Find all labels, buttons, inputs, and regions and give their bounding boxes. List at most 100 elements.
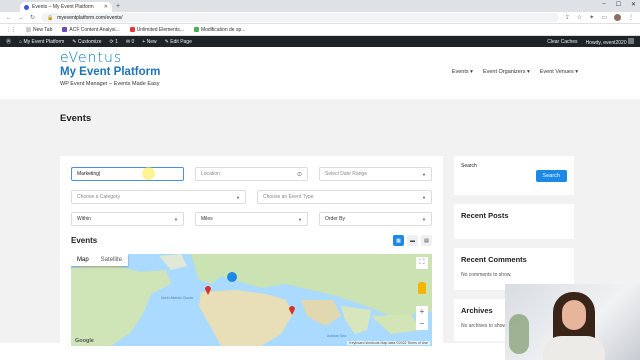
fullscreen-icon[interactable]: ⛶ bbox=[416, 257, 428, 269]
maximize-icon[interactable]: ☐ bbox=[616, 1, 621, 8]
chevron-down-icon: ▼ bbox=[174, 216, 178, 222]
wordpress-favicon-icon bbox=[24, 4, 29, 10]
keyword-input[interactable]: Marketing | bbox=[71, 167, 184, 181]
site-tagline: WP Event Manager – Events Made Easy bbox=[60, 81, 160, 87]
map-type-satellite[interactable]: Satellite bbox=[95, 254, 128, 266]
calendar-view-icon[interactable]: ▤ bbox=[421, 235, 432, 246]
page-title: Events bbox=[60, 113, 92, 124]
map-pin-icon[interactable] bbox=[205, 286, 211, 295]
nav-item-events[interactable]: Events ▾ bbox=[452, 69, 473, 75]
map-pin-icon[interactable] bbox=[289, 306, 295, 315]
locate-me-icon[interactable]: ⊙ bbox=[297, 171, 302, 178]
bookmark-new-tab[interactable]: New Tab bbox=[26, 27, 52, 33]
bookmark-label: Modification de sp... bbox=[200, 26, 246, 33]
order-by-select[interactable]: Order By ▼ bbox=[319, 212, 432, 226]
category-label: Choose a Category bbox=[77, 194, 121, 200]
forward-icon[interactable]: → bbox=[18, 15, 24, 21]
map-type-control: Map Satellite bbox=[71, 254, 129, 266]
menu-kebab-icon[interactable]: ⋮ bbox=[628, 14, 634, 21]
bookmark-star-icon[interactable]: ☆ bbox=[577, 14, 582, 21]
nav-item-venues[interactable]: Event Venues ▾ bbox=[540, 69, 578, 75]
site-logo[interactable]: eVentus bbox=[60, 50, 122, 66]
google-logo[interactable]: Google bbox=[75, 338, 94, 344]
url-text: myeventplatform.com/events/ bbox=[57, 14, 123, 21]
extensions-icon[interactable]: ✦ bbox=[589, 14, 594, 21]
no-comments-text: No comments to show. bbox=[461, 272, 512, 278]
avatar bbox=[628, 37, 634, 44]
category-select[interactable]: Choose a Category ▼ bbox=[71, 190, 246, 204]
filter-row-1: Marketing | Location ⊙ Select Date Range … bbox=[71, 167, 432, 181]
bookmark-acf[interactable]: ACF Content Analysi... bbox=[62, 26, 120, 33]
admin-edit-page[interactable]: ✎ Edit Page bbox=[165, 39, 192, 45]
bookmark-icon bbox=[26, 27, 31, 32]
close-window-icon[interactable]: ✕ bbox=[631, 1, 636, 8]
bookmark-unlimited[interactable]: Unlimited Elements... bbox=[129, 27, 184, 33]
map-view-icon[interactable]: ▦ bbox=[393, 235, 404, 246]
nav-item-organizers[interactable]: Event Organizers ▾ bbox=[483, 69, 530, 75]
admin-updates[interactable]: ⟳ 1 bbox=[110, 39, 118, 45]
new-tab-icon[interactable]: + bbox=[116, 2, 120, 12]
cursor-highlight bbox=[142, 167, 155, 180]
pegman-icon[interactable] bbox=[418, 282, 426, 294]
filter-row-2: Choose a Category ▼ Choose an Event Type… bbox=[71, 190, 432, 204]
view-toggle: ▦ ▬ ▤ bbox=[393, 235, 432, 246]
back-icon[interactable]: ← bbox=[6, 15, 12, 21]
site-header: eVentus My Event Platform WP Event Manag… bbox=[0, 47, 640, 99]
presenter-face bbox=[562, 300, 586, 330]
sidepanel-icon[interactable]: ▭ bbox=[601, 14, 607, 21]
window-controls: – ☐ ✕ bbox=[602, 1, 636, 8]
presenter-body bbox=[543, 336, 605, 360]
recent-posts-widget: Recent Posts bbox=[454, 204, 574, 239]
map-land bbox=[71, 254, 432, 346]
map-attribution[interactable]: Keyboard shortcuts Map data ©2022 Terms … bbox=[347, 341, 430, 345]
miles-label: Miles bbox=[201, 216, 213, 222]
tab-title: Events – My Event Platform bbox=[32, 4, 94, 10]
search-widget-title: Search bbox=[461, 163, 477, 169]
bookmark-icon bbox=[193, 27, 199, 32]
page-title-band: Events bbox=[0, 99, 640, 136]
admin-comments[interactable]: ✉ 0 bbox=[126, 39, 134, 45]
site-title[interactable]: My Event Platform bbox=[60, 66, 160, 78]
minimize-icon[interactable]: – bbox=[602, 1, 605, 8]
zoom-out-icon[interactable]: − bbox=[420, 318, 425, 330]
wordpress-logo-icon[interactable]: Ⓦ bbox=[6, 38, 11, 45]
search-button[interactable]: Search bbox=[535, 170, 567, 182]
admin-clear-caches[interactable]: Clear Caches bbox=[547, 39, 577, 45]
admin-site-name[interactable]: ⌂ My Event Platform bbox=[19, 39, 64, 45]
event-type-select[interactable]: Choose an Event Type ▼ bbox=[257, 190, 432, 204]
chevron-down-icon: ▼ bbox=[422, 171, 426, 177]
url-bar[interactable]: 🔒 myeventplatform.com/events/ bbox=[41, 13, 559, 22]
browser-tab[interactable]: Events – My Event Platform ✕ bbox=[20, 2, 112, 12]
location-placeholder: Location bbox=[201, 171, 220, 177]
recent-posts-title: Recent Posts bbox=[461, 211, 509, 220]
cluster-marker-icon[interactable] bbox=[227, 272, 237, 282]
ocean-label: North Atlantic Ocean bbox=[161, 296, 194, 300]
bookmark-modification[interactable]: Modification de sp... bbox=[193, 26, 246, 33]
map-type-map[interactable]: Map bbox=[71, 254, 95, 266]
share-icon[interactable]: ⇪ bbox=[565, 14, 570, 21]
ocean-label: Arabian Sea bbox=[327, 334, 347, 338]
within-select[interactable]: Within ▼ bbox=[71, 212, 184, 226]
zoom-in-icon[interactable]: + bbox=[420, 306, 425, 318]
events-panel: Marketing | Location ⊙ Select Date Range … bbox=[60, 156, 443, 346]
reload-icon[interactable]: ↻ bbox=[30, 14, 35, 21]
admin-customize[interactable]: ✎ Customize bbox=[72, 39, 101, 45]
list-view-icon[interactable]: ▬ bbox=[407, 235, 418, 246]
recent-comments-title: Recent Comments bbox=[461, 255, 527, 264]
lock-icon: 🔒 bbox=[47, 14, 54, 21]
miles-select[interactable]: Miles ▼ bbox=[195, 212, 308, 226]
apps-grid-icon[interactable]: ⋮⋮ bbox=[6, 27, 16, 33]
location-input[interactable]: Location ⊙ bbox=[195, 167, 308, 181]
keyword-value: Marketing bbox=[77, 171, 99, 177]
admin-howdy[interactable]: Howdy, event2020 bbox=[586, 37, 634, 46]
bookmark-label: ACF Content Analysi... bbox=[69, 26, 120, 33]
chevron-down-icon: ▼ bbox=[298, 216, 302, 222]
bookmarks-bar: ⋮⋮ New Tab ACF Content Analysi... Unlimi… bbox=[0, 24, 640, 36]
profile-avatar[interactable] bbox=[614, 14, 621, 21]
close-tab-icon[interactable]: ✕ bbox=[104, 4, 108, 10]
admin-new[interactable]: + New bbox=[142, 39, 156, 45]
browser-tabbar: Events – My Event Platform ✕ + – ☐ ✕ bbox=[0, 0, 640, 12]
events-map[interactable]: North Atlantic Ocean Arabian Sea Map Sat… bbox=[71, 254, 432, 346]
main-nav: Events ▾ Event Organizers ▾ Event Venues… bbox=[452, 69, 578, 75]
date-range-select[interactable]: Select Date Range ▼ bbox=[319, 167, 432, 181]
